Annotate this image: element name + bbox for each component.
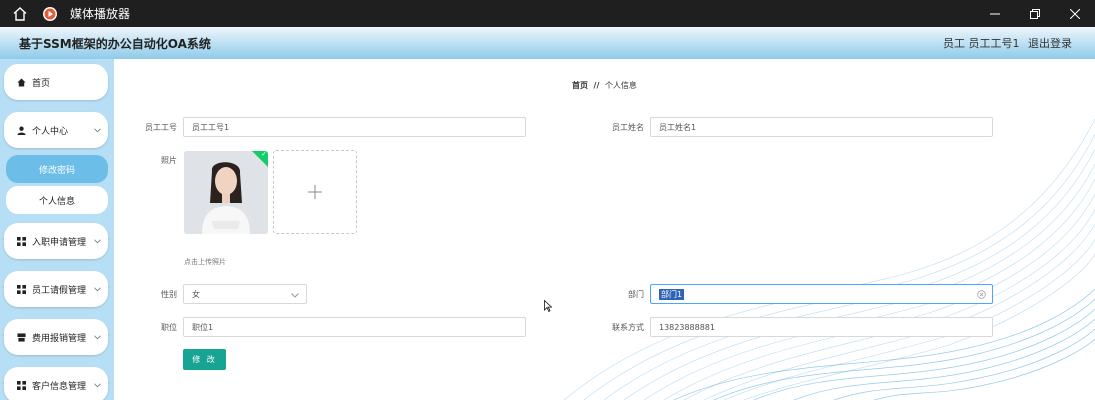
uploaded-photo[interactable]: ✓ <box>184 151 268 234</box>
sidebar-item-personal-center[interactable]: 个人中心 <box>4 112 108 148</box>
grid-icon <box>17 284 26 294</box>
close-icon <box>1070 8 1080 19</box>
sidebar: 首页 个人中心 修改密码 个人信息 入职申请管理 员工请假管理 费用报销管理 客… <box>0 59 114 400</box>
chevron-down-icon <box>94 128 101 133</box>
sidebar-item-label: 个人中心 <box>32 126 69 137</box>
sidebar-item-label: 客户信息管理 <box>32 381 87 392</box>
sidebar-subitem-label: 个人信息 <box>38 196 75 207</box>
sidebar-item-onboarding[interactable]: 入职申请管理 <box>4 223 108 259</box>
chevron-down-icon <box>94 287 101 292</box>
sidebar-item-expense[interactable]: 费用报销管理 <box>4 319 108 355</box>
sidebar-subitem-change-password[interactable]: 修改密码 <box>6 155 108 183</box>
sidebar-subitem-personal-info[interactable]: 个人信息 <box>6 186 108 214</box>
photo-label: 照片 <box>161 156 177 165</box>
department-value: 部门1 <box>659 288 685 300</box>
chevron-down-icon <box>94 239 101 244</box>
restore-icon <box>1030 8 1040 19</box>
cup-icon <box>17 332 26 342</box>
restore-button[interactable] <box>1015 0 1055 27</box>
app-logo <box>40 0 60 27</box>
breadcrumb-separator: // <box>593 81 600 90</box>
chevron-down-icon <box>94 335 101 340</box>
sidebar-item-label: 员工请假管理 <box>32 285 87 296</box>
chevron-down-icon <box>94 383 101 388</box>
breadcrumb-home[interactable]: 首页 <box>572 81 588 90</box>
save-button[interactable]: 修 改 <box>183 349 226 370</box>
sidebar-item-label: 首页 <box>32 78 51 89</box>
sidebar-item-home[interactable]: 首页 <box>4 64 108 100</box>
breadcrumb: 首页 // 个人信息 <box>572 80 637 91</box>
sidebar-subitem-label: 修改密码 <box>38 165 75 176</box>
app-title: 基于SSM框架的办公自动化OA系统 <box>19 37 211 51</box>
gender-select[interactable]: 女 <box>183 284 307 304</box>
position-label: 职位 <box>161 323 177 332</box>
check-icon: ✓ <box>261 151 267 158</box>
main-content: 首页 // 个人信息 员工工号 员工工号1 员工姓名 员工姓名1 照片 ✓ 点击… <box>114 59 1095 400</box>
window-titlebar: 媒体播放器 <box>0 0 1095 27</box>
photo-upload-hint: 点击上传照片 <box>184 258 226 266</box>
grid-icon <box>17 236 26 246</box>
employee-no-label: 员工工号 <box>145 123 177 132</box>
department-label: 部门 <box>628 290 644 299</box>
user-icon <box>17 126 26 135</box>
chevron-down-icon <box>291 293 299 298</box>
sidebar-item-label: 费用报销管理 <box>32 333 87 344</box>
mouse-cursor-icon <box>544 300 552 312</box>
employee-no-input[interactable]: 员工工号1 <box>183 117 526 137</box>
logout-link[interactable]: 退出登录 <box>1028 35 1072 51</box>
home-icon <box>13 6 27 21</box>
position-value: 职位1 <box>192 322 214 332</box>
gender-label: 性别 <box>161 290 177 299</box>
current-user: 员工 员工工号1 <box>943 37 1020 50</box>
contact-input[interactable]: 13823888881 <box>650 317 993 337</box>
sidebar-item-label: 入职申请管理 <box>32 237 87 248</box>
breadcrumb-current: 个人信息 <box>604 81 637 90</box>
sidebar-item-customers[interactable]: 客户信息管理 <box>4 367 108 400</box>
employee-no-value: 员工工号1 <box>192 122 230 132</box>
home-icon <box>17 77 26 87</box>
contact-value: 13823888881 <box>659 322 715 332</box>
app-header: 基于SSM框架的办公自动化OA系统 员工 员工工号1 退出登录 <box>0 27 1095 59</box>
position-input[interactable]: 职位1 <box>183 317 526 337</box>
media-player-icon <box>43 6 57 21</box>
plus-icon <box>308 185 322 199</box>
department-input[interactable]: 部门1 <box>650 284 993 304</box>
photo-upload-box[interactable] <box>273 150 357 234</box>
clear-icon[interactable] <box>977 290 986 299</box>
window-title: 媒体播放器 <box>70 7 131 21</box>
minimize-icon <box>990 13 1000 14</box>
employee-name-label: 员工姓名 <box>612 123 644 132</box>
close-button[interactable] <box>1055 0 1095 27</box>
gender-value: 女 <box>192 289 200 299</box>
grid-icon <box>17 380 26 390</box>
home-button[interactable] <box>0 0 40 27</box>
employee-name-input[interactable]: 员工姓名1 <box>650 117 993 137</box>
contact-label: 联系方式 <box>612 323 644 332</box>
minimize-button[interactable] <box>975 0 1015 27</box>
sidebar-item-leave[interactable]: 员工请假管理 <box>4 271 108 307</box>
employee-name-value: 员工姓名1 <box>659 122 697 132</box>
